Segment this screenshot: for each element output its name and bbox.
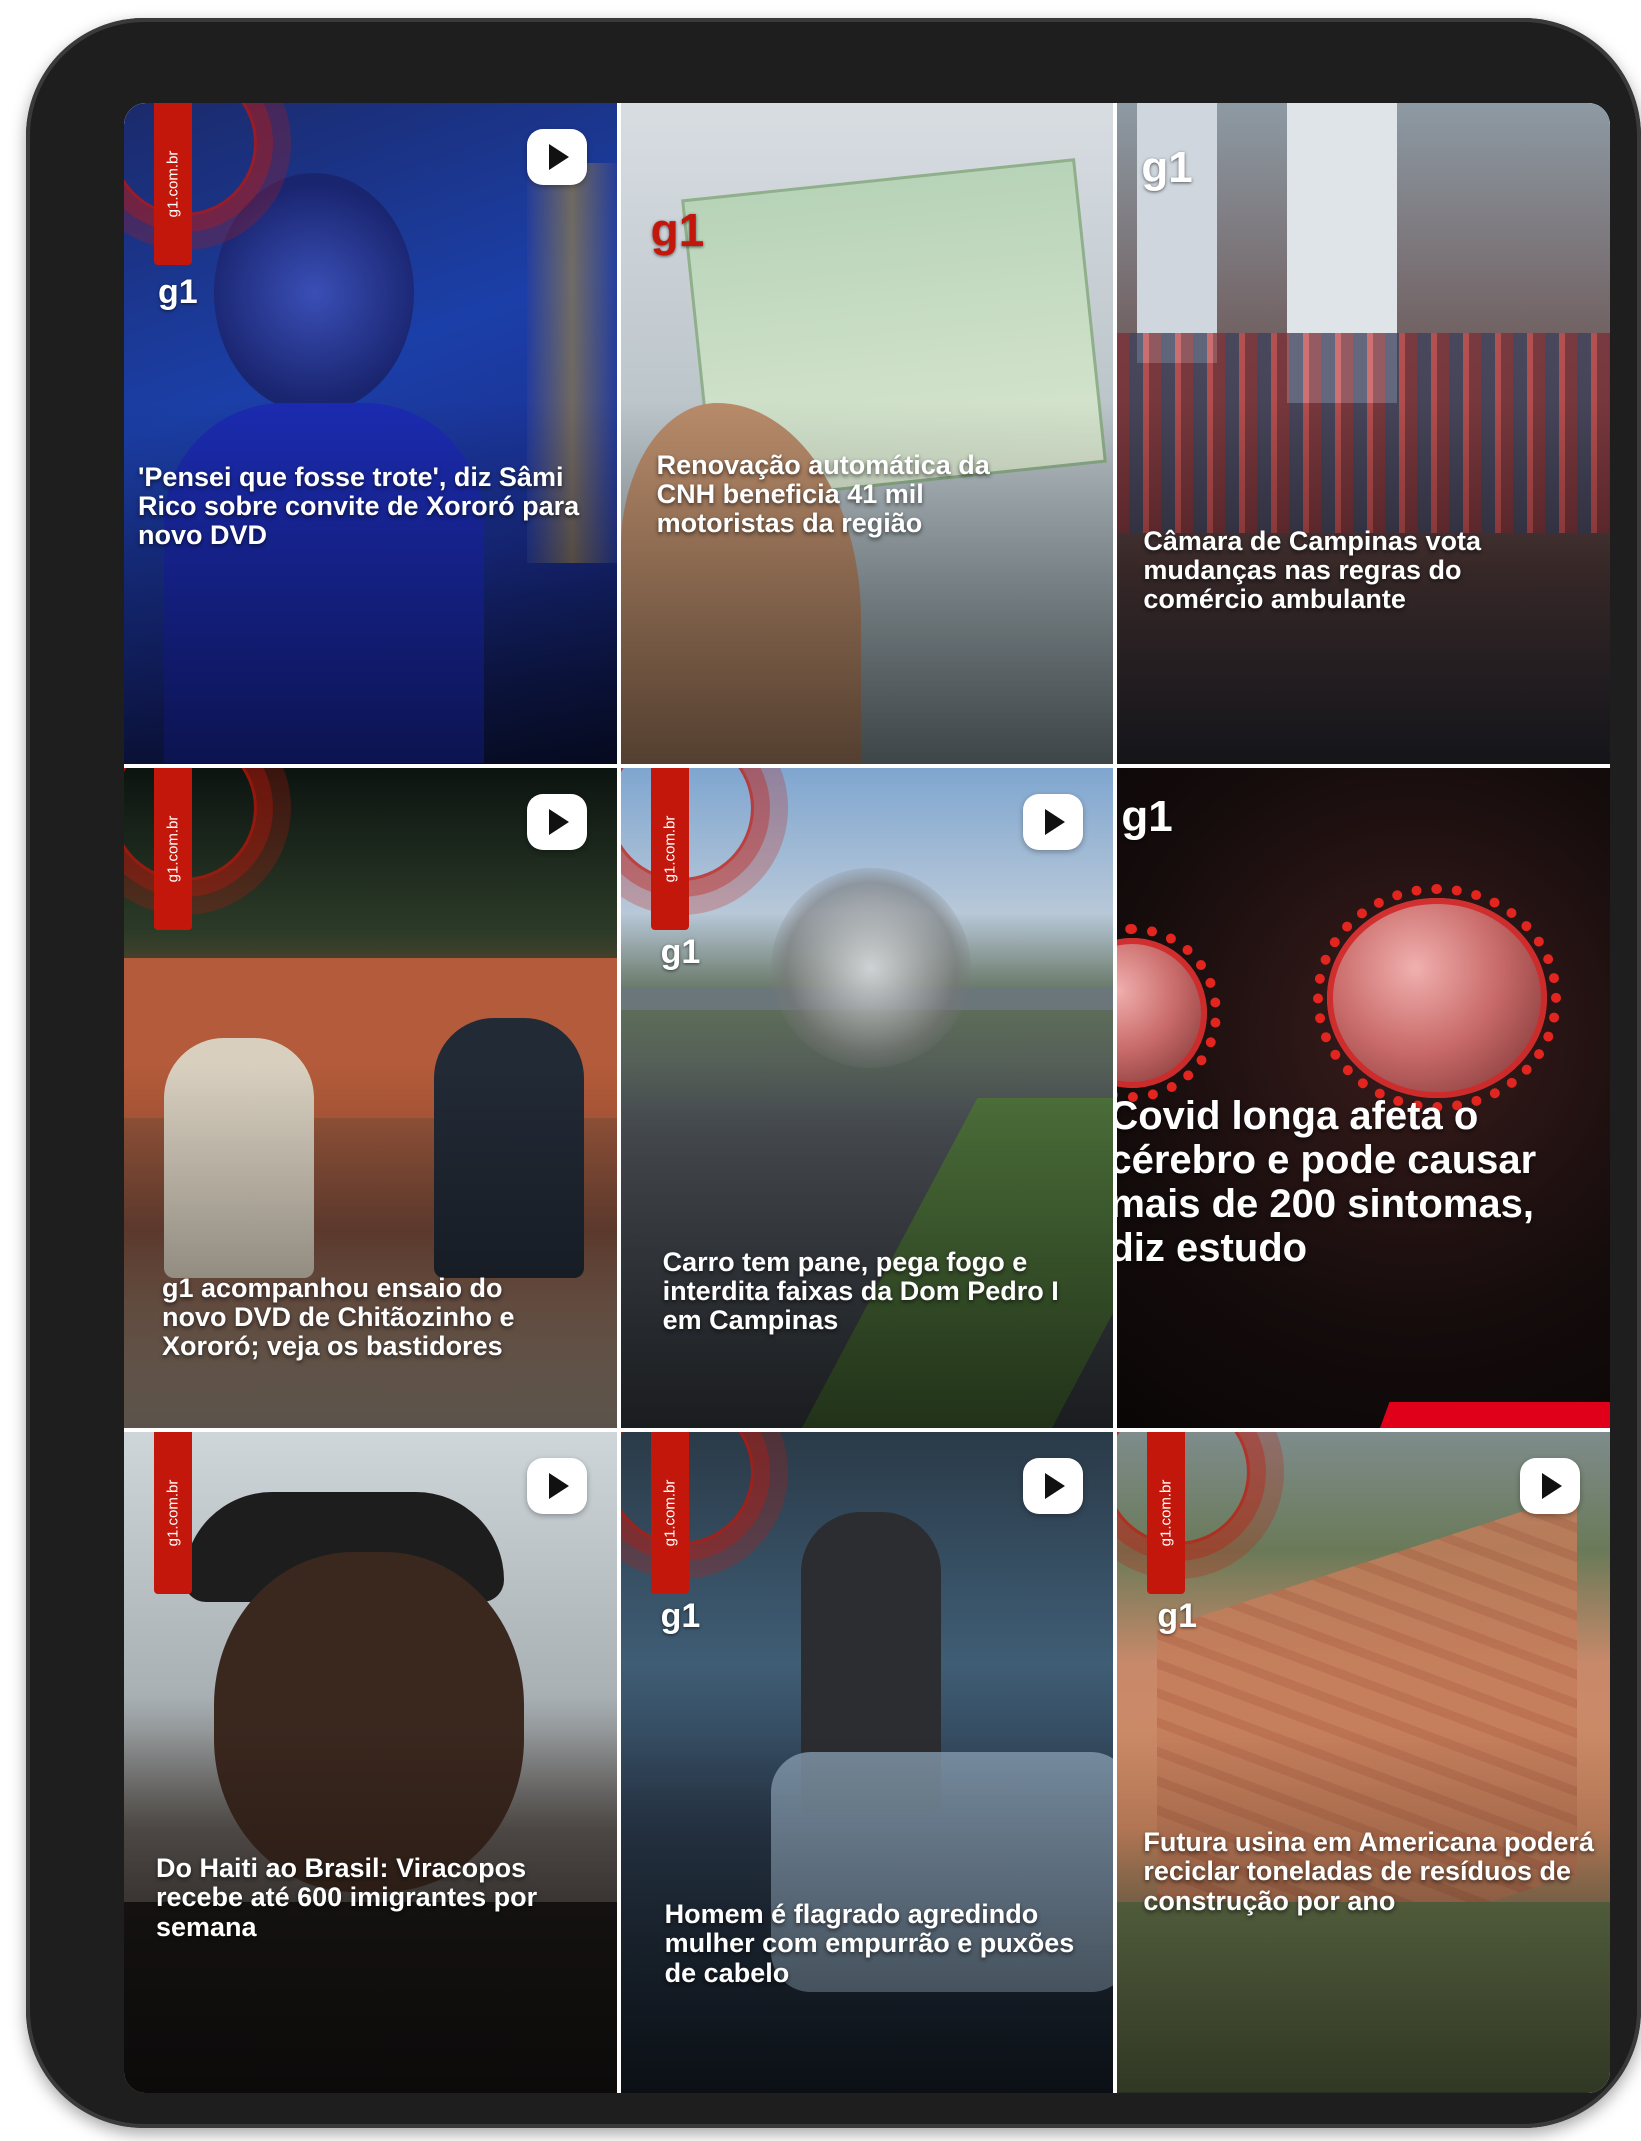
site-badge: g1.com.br — [1147, 1432, 1186, 1595]
caption-shade — [124, 1064, 617, 1429]
g1-logo: g1 — [660, 1597, 701, 1636]
play-icon[interactable] — [526, 129, 587, 185]
badge-text: g1.com.br — [661, 815, 679, 883]
red-accent-bar — [1379, 1402, 1610, 1429]
site-badge: g1.com.br — [650, 767, 689, 930]
news-tile-6[interactable]: g1 Covid longa afeta o cérebro e pode ca… — [1117, 767, 1610, 1429]
g1-logo: g1 — [158, 273, 198, 311]
smoke-cloud — [770, 867, 971, 1068]
g1-logo: g1 — [660, 932, 701, 971]
news-grid: g1.com.br g1 'Pensei que fosse trote', d… — [124, 103, 1610, 2093]
tile-caption: Do Haiti ao Brasil: Viracopos recebe até… — [156, 1853, 538, 1942]
badge-text: g1.com.br — [661, 1479, 679, 1547]
virus-illustration — [1117, 923, 1222, 1102]
tile-caption: 'Pensei que fosse trote', diz Sâmi Rico … — [138, 462, 580, 551]
tile-caption: Futura usina em Americana poderá recicla… — [1143, 1827, 1594, 1916]
tile-caption: g1 acompanhou ensaio do novo DVD de Chit… — [162, 1272, 515, 1361]
badge-text: g1.com.br — [1157, 1479, 1175, 1547]
tablet-screen: g1.com.br g1 'Pensei que fosse trote', d… — [124, 103, 1610, 2093]
news-tile-1[interactable]: g1.com.br g1 'Pensei que fosse trote', d… — [124, 103, 617, 764]
badge-text: g1.com.br — [164, 815, 182, 883]
play-icon[interactable] — [526, 793, 587, 850]
news-tile-4[interactable]: g1.com.br g1 acompanhou ensaio do novo D… — [124, 767, 617, 1429]
virus-illustration — [1313, 883, 1562, 1112]
tile-caption: Carro tem pane, pega fogo e interdita fa… — [662, 1246, 1059, 1335]
play-icon[interactable] — [1023, 793, 1084, 850]
news-tile-3[interactable]: g1 Câmara de Campinas vota mudanças nas … — [1117, 103, 1610, 764]
news-tile-7[interactable]: g1.com.br Do Haiti ao Brasil: Viracopos … — [124, 1432, 617, 2093]
site-badge: g1.com.br — [154, 1432, 192, 1595]
g1-logo: g1 — [1141, 143, 1193, 192]
news-tile-2[interactable]: g1 Renovação automática da CNH beneficia… — [620, 103, 1114, 764]
tile-caption: Covid longa afeta o cérebro e pode causa… — [1117, 1093, 1537, 1270]
site-badge: g1.com.br — [650, 1432, 689, 1595]
g1-logo: g1 — [1157, 1597, 1198, 1636]
person-figure — [214, 173, 414, 413]
site-badge: g1.com.br — [154, 103, 192, 265]
badge-text: g1.com.br — [164, 1479, 182, 1547]
play-icon[interactable] — [1519, 1458, 1580, 1515]
badge-text: g1.com.br — [164, 150, 182, 218]
play-icon[interactable] — [1023, 1458, 1084, 1515]
tile-caption: Renovação automática da CNH beneficia 41… — [656, 450, 990, 539]
tablet-device: g1.com.br g1 'Pensei que fosse trote', d… — [26, 18, 1641, 2128]
tile-caption: Homem é flagrado agredindo mulher com em… — [664, 1899, 1075, 1988]
news-tile-8[interactable]: g1.com.br g1 Homem é flagrado agredindo … — [620, 1432, 1114, 2093]
building-column — [1137, 103, 1218, 363]
news-tile-9[interactable]: g1.com.br g1 Futura usina em Americana p… — [1117, 1432, 1610, 2093]
play-icon[interactable] — [526, 1458, 587, 1515]
news-tile-5[interactable]: g1.com.br g1 Carro tem pane, pega fogo e… — [620, 767, 1114, 1429]
g1-logo: g1 — [650, 204, 705, 256]
g1-logo: g1 — [1121, 791, 1173, 841]
caption-shade — [124, 400, 617, 764]
site-badge: g1.com.br — [154, 767, 192, 930]
tile-caption: Câmara de Campinas vota mudanças nas reg… — [1143, 526, 1481, 615]
